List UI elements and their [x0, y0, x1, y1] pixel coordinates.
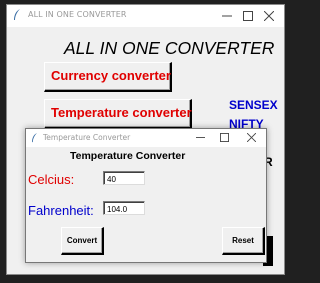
- dialog-titlebar[interactable]: Temperature Converter: [26, 129, 266, 147]
- temperature-converter-button[interactable]: Temperature converter: [44, 99, 192, 129]
- maximize-icon: [219, 133, 229, 142]
- main-window-title: ALL IN ONE CONVERTER: [28, 10, 127, 19]
- maximize-icon: [243, 11, 253, 21]
- close-icon: [246, 133, 256, 142]
- minimize-icon: [195, 137, 205, 138]
- close-button[interactable]: [260, 8, 278, 24]
- main-titlebar[interactable]: ALL IN ONE CONVERTER: [7, 5, 284, 27]
- dialog-maximize-button[interactable]: [215, 130, 233, 146]
- dialog-minimize-button[interactable]: [191, 130, 209, 146]
- fahrenheit-label: Fahrenheit:: [28, 203, 94, 218]
- minimize-button[interactable]: [218, 8, 236, 24]
- currency-converter-button[interactable]: Currency converter: [44, 62, 172, 92]
- celcius-input[interactable]: [103, 171, 145, 185]
- dialog-heading: Temperature Converter: [70, 150, 186, 162]
- maximize-button[interactable]: [239, 8, 257, 24]
- app-title: ALL IN ONE CONVERTER: [64, 38, 275, 58]
- feather-icon: [14, 9, 20, 20]
- minimize-icon: [222, 15, 232, 17]
- feather-icon: [32, 133, 37, 143]
- fahrenheit-input[interactable]: [103, 201, 145, 215]
- reset-button[interactable]: Reset: [222, 227, 265, 255]
- dialog-close-button[interactable]: [242, 130, 260, 146]
- close-icon: [264, 11, 274, 21]
- sensex-label[interactable]: SENSEX: [229, 98, 278, 112]
- dialog-title: Temperature Converter: [43, 133, 131, 142]
- celcius-label: Celcius:: [28, 172, 75, 187]
- temperature-converter-dialog: Temperature Converter Temperature Conver…: [25, 128, 267, 263]
- convert-button[interactable]: Convert: [61, 227, 104, 255]
